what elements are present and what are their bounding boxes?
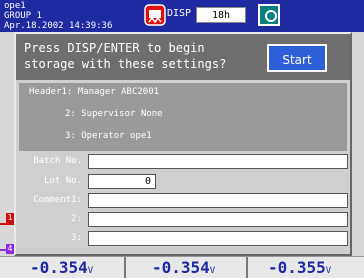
comment3-label: 3: — [71, 233, 82, 243]
channel-1-marker: 1 — [6, 213, 14, 223]
status-bar: ope1 GROUP 1 Apr.18.2002 14:39:36 DISP 1… — [0, 0, 364, 32]
disp-label: DISP — [167, 8, 192, 19]
channel-4-marker: 4 — [6, 244, 14, 254]
batch-no-field[interactable] — [88, 154, 348, 169]
reading-3-value: -0.355 — [268, 258, 326, 277]
reading-1: -0.354V — [30, 258, 93, 277]
storage-confirm-dialog: Press DISP/ENTER to begin storage with t… — [14, 32, 352, 256]
dialog-prompt: Press DISP/ENTER to begin storage with t… — [24, 40, 226, 72]
disp-time-box: 18h — [196, 7, 246, 23]
comment2-field[interactable] — [88, 212, 348, 227]
comment3-field[interactable] — [88, 231, 348, 246]
start-button[interactable]: Start — [267, 44, 327, 72]
header-3: 3: Operator ope1 — [65, 131, 152, 141]
divider — [124, 257, 126, 278]
batch-label: Batch No. — [33, 156, 82, 166]
header-1: Header1: Manager ABC2001 — [29, 87, 160, 97]
group-name: GROUP 1 — [4, 11, 42, 21]
reading-3: -0.355V — [268, 258, 331, 277]
reading-1-unit: V — [87, 266, 94, 276]
divider — [246, 257, 248, 278]
user-name: ope1 — [4, 1, 26, 11]
date-time: Apr.18.2002 14:39:36 — [4, 21, 113, 31]
dialog-prompt-area: Press DISP/ENTER to begin storage with t… — [16, 34, 350, 80]
reading-2: -0.354V — [152, 258, 215, 277]
reading-2-unit: V — [209, 266, 216, 276]
header-info-panel: Header1: Manager ABC2001 2: Supervisor N… — [19, 83, 347, 151]
reading-1-value: -0.354 — [30, 258, 88, 277]
comment1-field[interactable] — [88, 193, 348, 208]
lot-label: Lot No. — [44, 176, 82, 186]
comment2-label: 2: — [71, 214, 82, 224]
reading-3-unit: V — [325, 266, 332, 276]
prompt-line-2: storage with these settings? — [24, 57, 227, 71]
lot-no-field[interactable]: 0 — [88, 174, 156, 189]
header-2: 2: Supervisor None — [65, 109, 163, 119]
media-icon — [258, 4, 280, 26]
reading-2-value: -0.354 — [152, 258, 210, 277]
comment1-label: Comment1: — [33, 195, 82, 205]
status-text: ope1 GROUP 1 Apr.18.2002 14:39:36 — [4, 1, 112, 31]
disp-icon[interactable] — [144, 4, 166, 26]
readings-bar: -0.354V -0.354V -0.355V — [0, 256, 364, 278]
prompt-line-1: Press DISP/ENTER to begin — [24, 41, 205, 55]
